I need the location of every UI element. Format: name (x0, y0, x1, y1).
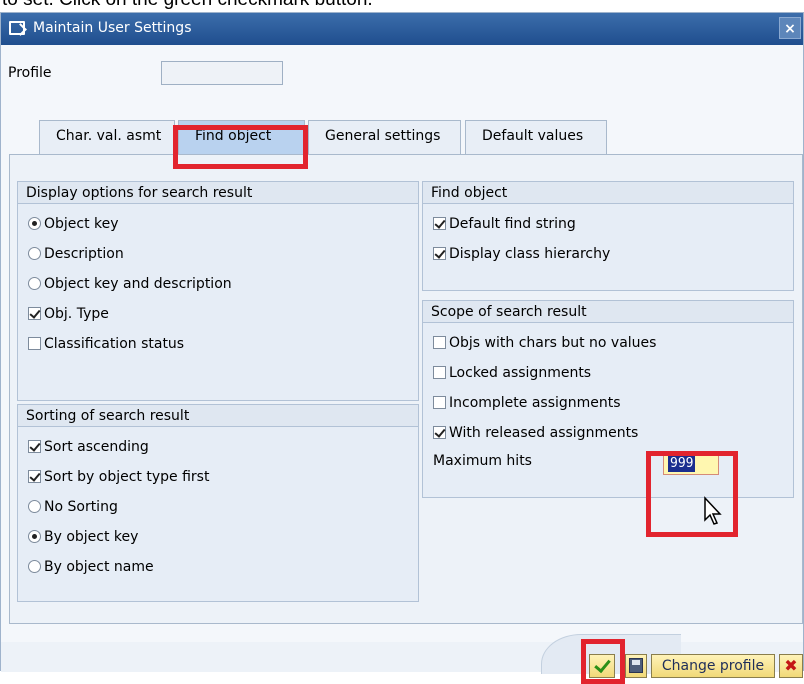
radio-unselected-icon[interactable] (28, 560, 41, 573)
find-object-tab-panel: Display options for search result Object… (9, 154, 803, 624)
display-options-title: Display options for search result (18, 182, 418, 204)
checkbox-checked-icon[interactable] (28, 307, 41, 320)
option-object-key-and-description[interactable]: Object key and description (28, 274, 232, 294)
tab-default-values[interactable]: Default values (465, 120, 607, 154)
find-object-group: Find object Default find string Display … (422, 181, 794, 291)
option-classification-status[interactable]: Classification status (28, 334, 184, 354)
option-locked-assignments[interactable]: Locked assignments (433, 363, 591, 383)
radio-selected-icon[interactable] (28, 530, 41, 543)
scope-title: Scope of search result (423, 301, 793, 323)
option-sort-by-object-type-first[interactable]: Sort by object type first (28, 467, 209, 487)
tab-find-object-highlight (173, 125, 308, 169)
checkbox-unchecked-icon[interactable] (433, 336, 446, 349)
scope-group: Scope of search result Objs with chars b… (422, 300, 794, 498)
option-sort-ascending[interactable]: Sort ascending (28, 437, 149, 457)
radio-unselected-icon[interactable] (28, 247, 41, 260)
radio-selected-icon[interactable] (28, 217, 41, 230)
radio-unselected-icon[interactable] (28, 277, 41, 290)
maintain-user-settings-dialog: Maintain User Settings × Profile Char. v… (0, 12, 804, 684)
close-button[interactable]: × (779, 17, 801, 39)
checkbox-unchecked-icon[interactable] (433, 396, 446, 409)
option-by-object-key[interactable]: By object key (28, 527, 138, 547)
radio-unselected-icon[interactable] (28, 500, 41, 513)
find-object-title: Find object (423, 182, 793, 204)
tab-label: Default values (482, 128, 584, 144)
save-button[interactable] (625, 654, 647, 678)
checkbox-checked-icon[interactable] (433, 217, 446, 230)
change-profile-button[interactable]: Change profile (651, 654, 775, 678)
option-with-released-assignments[interactable]: With released assignments (433, 423, 638, 443)
option-description[interactable]: Description (28, 244, 124, 264)
option-object-key[interactable]: Object key (28, 214, 119, 234)
cancel-button[interactable]: ✖ (779, 654, 803, 678)
profile-label: Profile (8, 65, 52, 81)
tab-label: Char. val. asmt (56, 128, 162, 144)
sorting-title: Sorting of search result (18, 405, 418, 427)
checkbox-checked-icon[interactable] (28, 470, 41, 483)
option-incomplete-assignments[interactable]: Incomplete assignments (433, 393, 621, 413)
tab-general-settings[interactable]: General settings (308, 120, 461, 154)
window-icon (9, 21, 25, 35)
sorting-group: Sorting of search result Sort ascending … (17, 404, 419, 602)
mouse-pointer-icon (704, 496, 722, 525)
checkbox-unchecked-icon[interactable] (433, 366, 446, 379)
checkbox-checked-icon[interactable] (433, 247, 446, 260)
option-display-class-hierarchy[interactable]: Display class hierarchy (433, 244, 610, 264)
option-no-sorting[interactable]: No Sorting (28, 497, 118, 517)
checkbox-unchecked-icon[interactable] (28, 337, 41, 350)
instruction-caption: to set. Click on the green checkmark but… (0, 0, 804, 12)
tab-label: General settings (325, 128, 441, 144)
profile-input[interactable] (161, 61, 283, 85)
checkbox-checked-icon[interactable] (28, 440, 41, 453)
title-bar: Maintain User Settings × (1, 13, 803, 45)
option-obj-type[interactable]: Obj. Type (28, 304, 109, 324)
display-options-group: Display options for search result Object… (17, 181, 419, 401)
option-objs-with-chars-but-no-values[interactable]: Objs with chars but no values (433, 333, 656, 353)
confirm-button-highlight (581, 639, 625, 684)
option-default-find-string[interactable]: Default find string (433, 214, 576, 234)
tab-char-val-asmt[interactable]: Char. val. asmt (39, 120, 175, 154)
option-by-object-name[interactable]: By object name (28, 557, 154, 577)
checkbox-checked-icon[interactable] (433, 426, 446, 439)
maximum-hits-label: Maximum hits (433, 453, 532, 469)
window-title: Maintain User Settings (33, 20, 192, 36)
